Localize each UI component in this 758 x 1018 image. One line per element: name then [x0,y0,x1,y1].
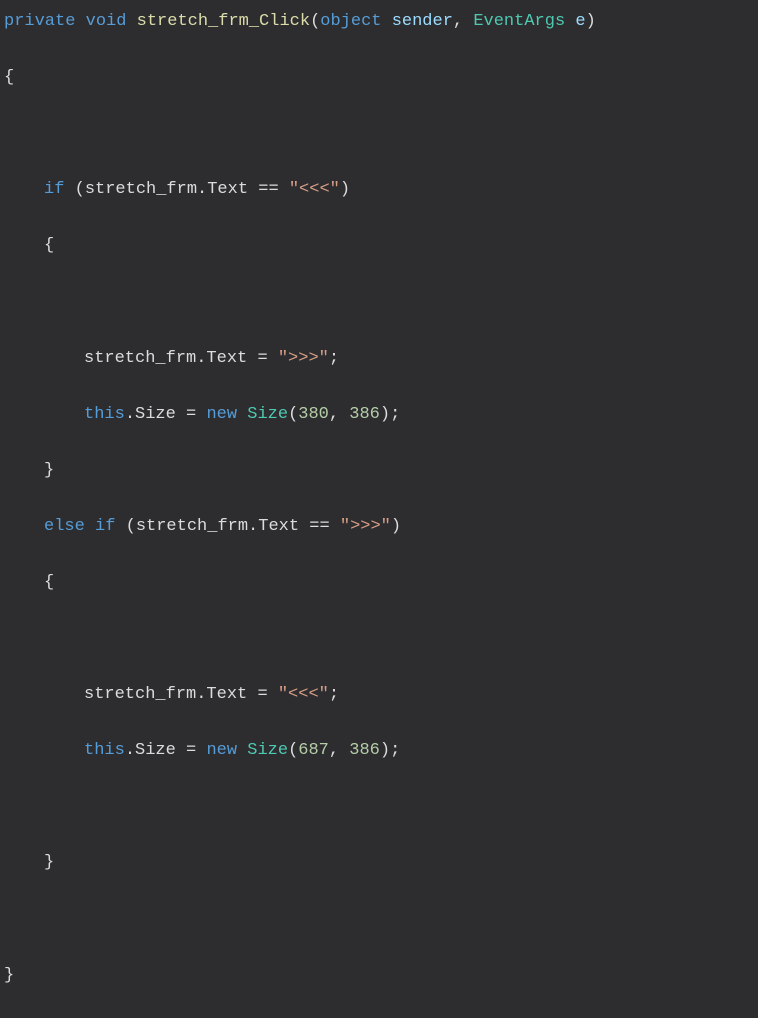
code-line: stretch_frm.Text = ">>>"; [4,345,754,373]
blank-line [4,120,754,148]
method-name: stretch_frm_Click [137,12,310,31]
keyword-if: if [95,517,115,536]
type-size: Size [247,741,288,760]
code-line: stretch_frm.Text = "<<<"; [4,681,754,709]
keyword-new: new [206,741,237,760]
blank-line [4,906,754,934]
code-line: { [4,232,754,260]
code-line: { [4,64,754,92]
keyword-this: this [84,741,125,760]
code-line: this.Size = new Size(380, 386); [4,401,754,429]
keyword-void: void [86,12,127,31]
string-literal: "<<<" [278,685,329,704]
keyword-new: new [206,405,237,424]
number-literal: 380 [298,405,329,424]
blank-line [4,793,754,821]
code-line: if (stretch_frm.Text == "<<<") [4,176,754,204]
code-line: else if (stretch_frm.Text == ">>>") [4,513,754,541]
code-line: { [4,569,754,597]
keyword-object: object [320,12,381,31]
keyword-this: this [84,405,125,424]
string-literal: "<<<" [289,180,340,199]
param-sender: sender [392,12,453,31]
code-line: this.Size = new Size(687, 386); [4,737,754,765]
type-eventargs: EventArgs [473,12,565,31]
number-literal: 687 [298,741,329,760]
keyword-private: private [4,12,75,31]
number-literal: 386 [349,741,380,760]
keyword-if: if [44,180,64,199]
keyword-else: else [44,517,85,536]
code-line: } [4,849,754,877]
type-size: Size [247,405,288,424]
number-literal: 386 [349,405,380,424]
code-line: } [4,457,754,485]
code-line: private void stretch_frm_Click(object se… [4,8,754,36]
string-literal: ">>>" [278,349,329,368]
param-e: e [575,12,585,31]
code-line: } [4,962,754,990]
blank-line [4,625,754,653]
string-literal: ">>>" [340,517,391,536]
blank-line [4,288,754,316]
code-editor[interactable]: private void stretch_frm_Click(object se… [4,8,754,1018]
